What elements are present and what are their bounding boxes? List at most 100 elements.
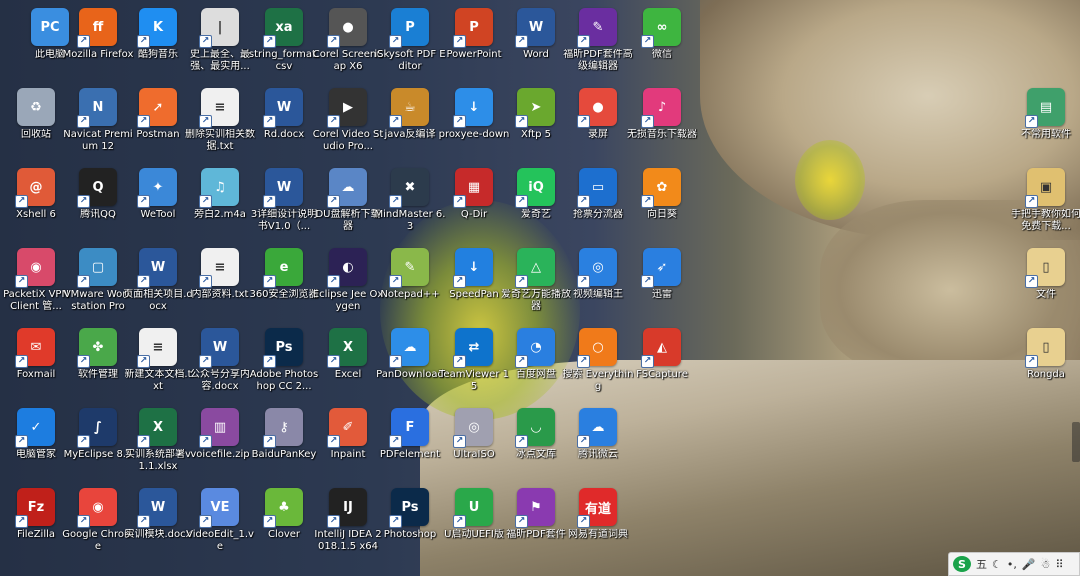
ime-punct-icon[interactable]: •, — [1007, 558, 1017, 571]
desktop-icon[interactable]: ≡ ↗ 内部资料.txt — [184, 248, 256, 326]
desktop-icon[interactable]: ♫ ↗ 旁白2.m4a — [184, 168, 256, 246]
app-icon: ➤ ↗ — [515, 88, 555, 128]
desktop-icon[interactable]: W ↗ 公众号分享内容.docx — [184, 328, 256, 406]
app-icon: ▯ ↗ — [1025, 248, 1065, 288]
shortcut-arrow-icon: ↗ — [15, 435, 28, 448]
sogou-ime-icon[interactable]: S — [953, 556, 971, 572]
shortcut-arrow-icon: ↗ — [577, 275, 590, 288]
ime-mode[interactable]: 五 — [976, 556, 987, 572]
shortcut-arrow-icon: ↗ — [641, 115, 654, 128]
shortcut-arrow-icon: ↗ — [137, 515, 150, 528]
desktop-icon-label: Clover — [267, 529, 301, 540]
app-icon: ♪ ↗ — [641, 88, 681, 128]
desktop-icon-label: 不常用软件 — [1021, 129, 1071, 140]
desktop-icon[interactable]: ● ↗ 录屏 — [562, 88, 634, 166]
desktop-icon[interactable]: W ↗ 3详细设计说明书V1.0（... — [248, 168, 320, 246]
app-icon: ☁ ↗ — [327, 168, 367, 208]
desktop-icon[interactable]: ♪ ↗ 无损音乐下载器 — [626, 88, 698, 166]
desktop-icon[interactable]: ☁ ↗ 腾讯微云 — [562, 408, 634, 486]
desktop-icon[interactable]: e ↗ 360安全浏览器 — [248, 248, 320, 326]
shortcut-arrow-icon: ↗ — [77, 115, 90, 128]
desktop-icon[interactable]: ∞ ↗ 微信 — [626, 8, 698, 86]
app-icon: ✖ ↗ — [389, 168, 429, 208]
desktop-icon[interactable]: ▯ ↗ 文件 — [1010, 248, 1080, 326]
shortcut-arrow-icon: ↗ — [453, 435, 466, 448]
desktop-icon[interactable]: ▭ ↗ 抢票分流器 — [562, 168, 634, 246]
ime-toolbox-icon[interactable]: ⠿ — [1055, 558, 1063, 571]
desktop-icon[interactable]: 有道 ↗ 网易有道词典 — [562, 488, 634, 566]
shortcut-arrow-icon: ↗ — [137, 355, 150, 368]
app-icon: ➚ ↗ — [137, 88, 177, 128]
app-icon: K ↗ — [137, 8, 177, 48]
edge-handle[interactable] — [1072, 422, 1080, 462]
desktop-icon[interactable]: ♣ ↗ Clover — [248, 488, 320, 566]
app-icon: xa ↗ — [263, 8, 303, 48]
desktop-icon[interactable]: ☁ ↗ PanDownload — [374, 328, 446, 406]
desktop-icon[interactable]: ✿ ↗ 向日葵 — [626, 168, 698, 246]
shortcut-arrow-icon: ↗ — [389, 195, 402, 208]
desktop-icon-label: 删除实训相关数据.txt — [185, 129, 255, 152]
shortcut-arrow-icon: ↗ — [137, 115, 150, 128]
app-icon: ⇄ ↗ — [453, 328, 493, 368]
desktop-icon[interactable]: P ↗ iSkysoft PDF Editor — [374, 8, 446, 86]
desktop-icon[interactable]: xa ↗ string_format.csv — [248, 8, 320, 86]
desktop-icon-label: 录屏 — [588, 129, 608, 140]
desktop-icon-label: Adobe Photoshop CC 2... — [249, 369, 319, 392]
app-icon: ▯ ↗ — [1025, 328, 1065, 368]
shortcut-arrow-icon: ↗ — [15, 275, 28, 288]
app-icon: iQ ↗ — [515, 168, 555, 208]
desktop-icon[interactable]: ≡ ↗ 删除实训相关数据.txt — [184, 88, 256, 166]
shortcut-arrow-icon: ↗ — [199, 275, 212, 288]
app-icon: X ↗ — [327, 328, 367, 368]
ime-mic-icon[interactable]: 🎤 — [1022, 558, 1036, 571]
app-icon: U ↗ — [453, 488, 493, 528]
app-icon: IJ ↗ — [327, 488, 367, 528]
shortcut-arrow-icon: ↗ — [199, 35, 212, 48]
shortcut-arrow-icon: ↗ — [263, 115, 276, 128]
shortcut-arrow-icon: ↗ — [453, 35, 466, 48]
ime-skin-icon[interactable]: ☃ — [1041, 558, 1051, 571]
desktop-icon[interactable]: ☕ ↗ java反编译 — [374, 88, 446, 166]
desktop-icon[interactable]: ➶ ↗ 迅雷 — [626, 248, 698, 326]
desktop-icon[interactable]: ○ ↗ 搜索 Everything — [562, 328, 634, 406]
ime-moon-icon[interactable]: ☾ — [992, 558, 1002, 571]
shortcut-arrow-icon: ↗ — [199, 115, 212, 128]
desktop-icon-label: 3详细设计说明书V1.0（... — [250, 209, 318, 232]
desktop-icon[interactable]: Ps ↗ Adobe Photoshop CC 2... — [248, 328, 320, 406]
shortcut-arrow-icon: ↗ — [263, 195, 276, 208]
app-icon: ◡ ↗ — [515, 408, 555, 448]
desktop-icon[interactable]: ◎ ↗ 视频编辑王 — [562, 248, 634, 326]
app-icon: ● ↗ — [327, 8, 367, 48]
desktop-icon[interactable]: ⚷ ↗ BaiduPanKey — [248, 408, 320, 486]
desktop-icon[interactable]: ◭ ↗ FSCapture — [626, 328, 698, 406]
desktop-icon[interactable]: ▤ ↗ 不常用软件 — [1010, 88, 1080, 166]
desktop-icon[interactable]: W ↗ Rd.docx — [248, 88, 320, 166]
shortcut-arrow-icon: ↗ — [641, 355, 654, 368]
app-icon: ✓ ↗ — [15, 408, 55, 448]
desktop-icon[interactable]: ▯ ↗ Rongda — [1010, 328, 1080, 406]
shortcut-arrow-icon: ↗ — [77, 355, 90, 368]
desktop-icon[interactable]: ✎ ↗ Notepad++ — [374, 248, 446, 326]
desktop-icon[interactable]: | ↗ 史上最全、最强、最实用... — [184, 8, 256, 86]
app-icon: F ↗ — [389, 408, 429, 448]
desktop-icon[interactable]: F ↗ PDFelement — [374, 408, 446, 486]
desktop-icon[interactable]: ✖ ↗ MindMaster 6.3 — [374, 168, 446, 246]
shortcut-arrow-icon: ↗ — [389, 435, 402, 448]
shortcut-arrow-icon: ↗ — [327, 355, 340, 368]
app-icon: ▭ ↗ — [577, 168, 617, 208]
app-icon: ♻ — [17, 88, 55, 126]
ime-toolbar[interactable]: S 五 ☾ •, 🎤 ☃ ⠿ — [948, 552, 1080, 576]
desktop-icon[interactable]: ▣ ↗ 手把手教你如何免费下载... — [1010, 168, 1080, 246]
shortcut-arrow-icon: ↗ — [515, 435, 528, 448]
desktop-icon[interactable]: ▥ ↗ voicefile.zip — [184, 408, 256, 486]
shortcut-arrow-icon: ↗ — [263, 275, 276, 288]
shortcut-arrow-icon: ↗ — [453, 115, 466, 128]
app-icon: W ↗ — [137, 488, 177, 528]
app-icon: ○ ↗ — [577, 328, 617, 368]
shortcut-arrow-icon: ↗ — [389, 275, 402, 288]
desktop-icon[interactable]: VE ↗ VideoEdit_1.ve — [184, 488, 256, 566]
desktop-icon[interactable]: Ps ↗ Photoshop — [374, 488, 446, 566]
app-icon: ✉ ↗ — [15, 328, 55, 368]
desktop-icon[interactable]: ✎ ↗ 福昕PDF套件高级编辑器 — [562, 8, 634, 86]
shortcut-arrow-icon: ↗ — [515, 275, 528, 288]
